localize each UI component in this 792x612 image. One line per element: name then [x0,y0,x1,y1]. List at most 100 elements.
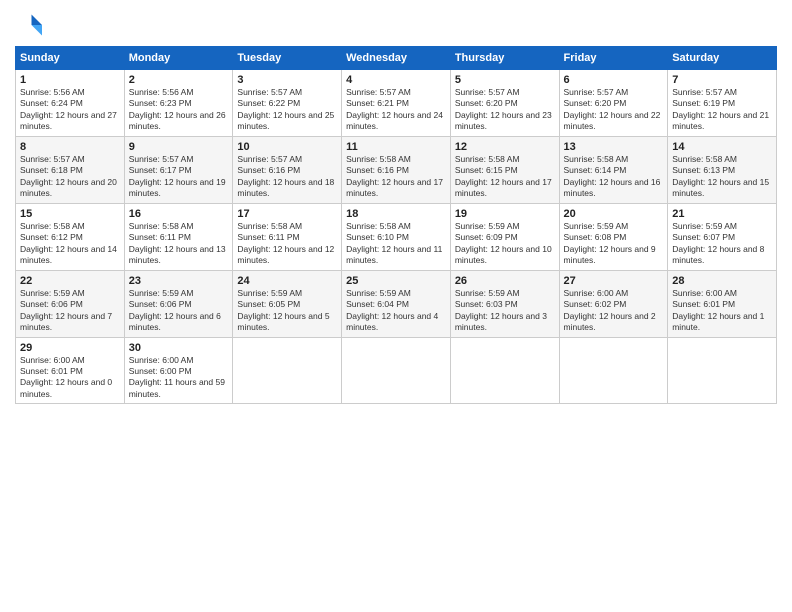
day-info: Sunrise: 5:56 AMSunset: 6:24 PMDaylight:… [20,87,120,133]
calendar-cell: 19Sunrise: 5:59 AMSunset: 6:09 PMDayligh… [450,203,559,270]
day-number: 17 [237,208,337,220]
day-number: 22 [20,275,120,287]
weekday-header-friday: Friday [559,47,668,70]
day-number: 2 [129,74,229,86]
day-number: 10 [237,141,337,153]
day-info: Sunrise: 5:59 AMSunset: 6:06 PMDaylight:… [129,288,229,334]
day-number: 13 [564,141,664,153]
day-number: 20 [564,208,664,220]
calendar-cell: 5Sunrise: 5:57 AMSunset: 6:20 PMDaylight… [450,70,559,137]
day-number: 29 [20,342,120,354]
day-info: Sunrise: 6:00 AMSunset: 6:00 PMDaylight:… [129,355,229,401]
day-number: 19 [455,208,555,220]
day-info: Sunrise: 5:57 AMSunset: 6:19 PMDaylight:… [672,87,772,133]
day-info: Sunrise: 5:57 AMSunset: 6:22 PMDaylight:… [237,87,337,133]
day-number: 7 [672,74,772,86]
weekday-header-sunday: Sunday [16,47,125,70]
day-info: Sunrise: 5:58 AMSunset: 6:13 PMDaylight:… [672,154,772,200]
header [15,10,777,40]
day-number: 6 [564,74,664,86]
day-number: 24 [237,275,337,287]
day-info: Sunrise: 5:57 AMSunset: 6:21 PMDaylight:… [346,87,446,133]
calendar-cell [668,337,777,404]
day-number: 30 [129,342,229,354]
calendar-cell: 11Sunrise: 5:58 AMSunset: 6:16 PMDayligh… [342,136,451,203]
calendar-cell: 1Sunrise: 5:56 AMSunset: 6:24 PMDaylight… [16,70,125,137]
day-info: Sunrise: 5:58 AMSunset: 6:12 PMDaylight:… [20,221,120,267]
weekday-header-thursday: Thursday [450,47,559,70]
day-info: Sunrise: 5:59 AMSunset: 6:05 PMDaylight:… [237,288,337,334]
calendar-table: SundayMondayTuesdayWednesdayThursdayFrid… [15,46,777,404]
calendar-week-3: 15Sunrise: 5:58 AMSunset: 6:12 PMDayligh… [16,203,777,270]
calendar-cell: 22Sunrise: 5:59 AMSunset: 6:06 PMDayligh… [16,270,125,337]
day-number: 23 [129,275,229,287]
calendar-week-2: 8Sunrise: 5:57 AMSunset: 6:18 PMDaylight… [16,136,777,203]
day-info: Sunrise: 5:56 AMSunset: 6:23 PMDaylight:… [129,87,229,133]
day-info: Sunrise: 5:58 AMSunset: 6:15 PMDaylight:… [455,154,555,200]
calendar-cell: 8Sunrise: 5:57 AMSunset: 6:18 PMDaylight… [16,136,125,203]
day-number: 21 [672,208,772,220]
day-number: 18 [346,208,446,220]
day-info: Sunrise: 5:58 AMSunset: 6:10 PMDaylight:… [346,221,446,267]
day-number: 27 [564,275,664,287]
calendar-cell: 29Sunrise: 6:00 AMSunset: 6:01 PMDayligh… [16,337,125,404]
calendar-cell: 21Sunrise: 5:59 AMSunset: 6:07 PMDayligh… [668,203,777,270]
calendar-week-1: 1Sunrise: 5:56 AMSunset: 6:24 PMDaylight… [16,70,777,137]
calendar-cell [450,337,559,404]
calendar-cell: 2Sunrise: 5:56 AMSunset: 6:23 PMDaylight… [124,70,233,137]
day-number: 3 [237,74,337,86]
calendar-cell: 25Sunrise: 5:59 AMSunset: 6:04 PMDayligh… [342,270,451,337]
day-number: 9 [129,141,229,153]
day-number: 16 [129,208,229,220]
weekday-header-saturday: Saturday [668,47,777,70]
calendar-cell: 14Sunrise: 5:58 AMSunset: 6:13 PMDayligh… [668,136,777,203]
day-info: Sunrise: 5:57 AMSunset: 6:18 PMDaylight:… [20,154,120,200]
weekday-header-tuesday: Tuesday [233,47,342,70]
day-number: 5 [455,74,555,86]
calendar-cell: 3Sunrise: 5:57 AMSunset: 6:22 PMDaylight… [233,70,342,137]
calendar-cell: 26Sunrise: 5:59 AMSunset: 6:03 PMDayligh… [450,270,559,337]
day-info: Sunrise: 6:00 AMSunset: 6:01 PMDaylight:… [672,288,772,334]
day-info: Sunrise: 5:57 AMSunset: 6:20 PMDaylight:… [455,87,555,133]
calendar-cell: 24Sunrise: 5:59 AMSunset: 6:05 PMDayligh… [233,270,342,337]
calendar-cell: 6Sunrise: 5:57 AMSunset: 6:20 PMDaylight… [559,70,668,137]
calendar-cell [233,337,342,404]
calendar-cell: 16Sunrise: 5:58 AMSunset: 6:11 PMDayligh… [124,203,233,270]
calendar-cell [342,337,451,404]
calendar-cell: 12Sunrise: 5:58 AMSunset: 6:15 PMDayligh… [450,136,559,203]
calendar-cell: 7Sunrise: 5:57 AMSunset: 6:19 PMDaylight… [668,70,777,137]
day-info: Sunrise: 5:57 AMSunset: 6:20 PMDaylight:… [564,87,664,133]
day-number: 26 [455,275,555,287]
day-number: 14 [672,141,772,153]
day-info: Sunrise: 5:59 AMSunset: 6:03 PMDaylight:… [455,288,555,334]
day-number: 11 [346,141,446,153]
weekday-header-monday: Monday [124,47,233,70]
day-info: Sunrise: 5:58 AMSunset: 6:11 PMDaylight:… [129,221,229,267]
page: SundayMondayTuesdayWednesdayThursdayFrid… [0,0,792,612]
day-number: 8 [20,141,120,153]
calendar-cell [559,337,668,404]
calendar-cell: 20Sunrise: 5:59 AMSunset: 6:08 PMDayligh… [559,203,668,270]
day-number: 25 [346,275,446,287]
day-info: Sunrise: 5:58 AMSunset: 6:14 PMDaylight:… [564,154,664,200]
calendar-cell: 4Sunrise: 5:57 AMSunset: 6:21 PMDaylight… [342,70,451,137]
weekday-header-wednesday: Wednesday [342,47,451,70]
weekday-header-row: SundayMondayTuesdayWednesdayThursdayFrid… [16,47,777,70]
day-info: Sunrise: 5:59 AMSunset: 6:09 PMDaylight:… [455,221,555,267]
calendar-cell: 10Sunrise: 5:57 AMSunset: 6:16 PMDayligh… [233,136,342,203]
calendar-cell: 28Sunrise: 6:00 AMSunset: 6:01 PMDayligh… [668,270,777,337]
calendar-cell: 27Sunrise: 6:00 AMSunset: 6:02 PMDayligh… [559,270,668,337]
day-info: Sunrise: 6:00 AMSunset: 6:01 PMDaylight:… [20,355,120,401]
day-info: Sunrise: 5:57 AMSunset: 6:17 PMDaylight:… [129,154,229,200]
calendar-week-5: 29Sunrise: 6:00 AMSunset: 6:01 PMDayligh… [16,337,777,404]
logo [15,10,49,40]
calendar-cell: 17Sunrise: 5:58 AMSunset: 6:11 PMDayligh… [233,203,342,270]
day-number: 12 [455,141,555,153]
calendar-cell: 30Sunrise: 6:00 AMSunset: 6:00 PMDayligh… [124,337,233,404]
calendar-week-4: 22 Sunrise: 5:59 AMSunset: 6:06 PMDayligh… [16,270,777,337]
calendar-cell: 9Sunrise: 5:57 AMSunset: 6:17 PMDaylight… [124,136,233,203]
day-number: 15 [20,208,120,220]
day-number: 4 [346,74,446,86]
day-info: Sunrise: 5:58 AMSunset: 6:11 PMDaylight:… [237,221,337,267]
day-info: Sunrise: 5:59 AMSunset: 6:04 PMDaylight:… [346,288,446,334]
